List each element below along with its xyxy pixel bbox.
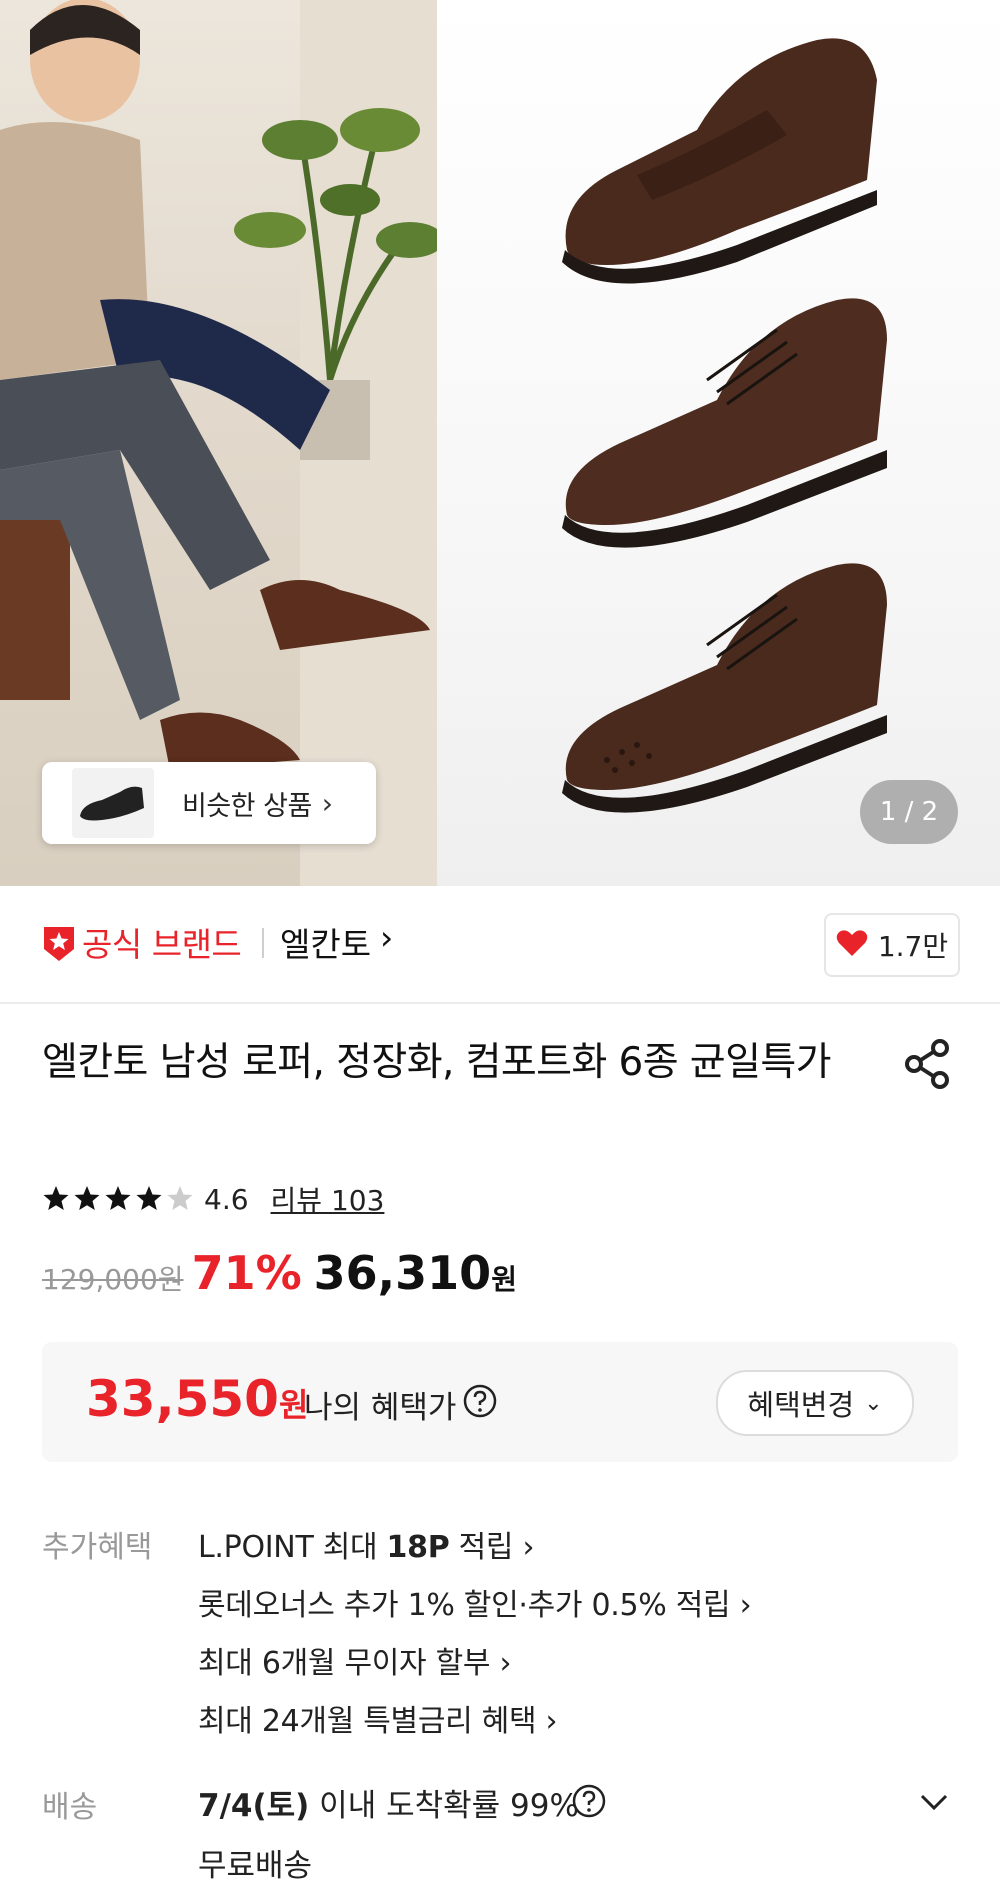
product-title: 엘칸토 남성 로퍼, 정장화, 컴포트화 6종 균일특가 xyxy=(42,1040,832,1085)
lotte-card-benefit-link[interactable]: 롯데오너스 추가 1% 할인·추가 0.5% 적립 › xyxy=(198,1580,752,1624)
lpoint-amount: 18P xyxy=(386,1530,450,1565)
chevron-right-icon: › xyxy=(499,1646,512,1681)
my-benefit-price-box: 33,550원 나의 혜택가 혜택변경 ⌄ xyxy=(42,1342,958,1462)
product-image-gallery[interactable]: 비슷한 상품 › 1 / 2 xyxy=(0,0,1000,886)
chevron-right-icon: › xyxy=(545,1704,558,1739)
rating-value: 4.6 xyxy=(204,1182,249,1216)
question-mark-icon[interactable] xyxy=(572,1784,606,1822)
official-brand-label[interactable]: 공식 브랜드 xyxy=(82,918,242,966)
similar-products-label: 비슷한 상품 xyxy=(182,790,312,822)
original-price: 129,000원 xyxy=(42,1263,184,1296)
lpoint-suffix: 적립 xyxy=(449,1530,514,1565)
chevron-down-icon: ⌄ xyxy=(864,1390,883,1416)
chevron-right-icon: › xyxy=(522,1530,535,1565)
rating-row: 4.6 리뷰 103 xyxy=(42,1176,384,1222)
my-benefit-price-value: 33,550 xyxy=(86,1370,279,1428)
image-counter: 1 / 2 xyxy=(860,780,958,844)
model-photo xyxy=(0,0,444,886)
similar-product-thumbnail xyxy=(72,768,154,838)
change-benefit-button[interactable]: 혜택변경 ⌄ xyxy=(716,1370,914,1436)
installment-benefit-link[interactable]: 최대 6개월 무이자 할부 › xyxy=(198,1638,511,1682)
lotte-card-benefit-text: 롯데오너스 추가 1% 할인·추가 0.5% 적립 xyxy=(198,1588,731,1623)
lpoint-benefit-link[interactable]: L.POINT 최대 18P 적립 › xyxy=(198,1522,534,1566)
like-button[interactable]: 1.7만 xyxy=(824,913,960,977)
extra-benefits-label: 추가혜택 xyxy=(42,1530,153,1565)
delivery-date: 7/4(토) xyxy=(198,1788,310,1824)
price-row: 129,000원 71% 36,310 원 xyxy=(42,1246,517,1310)
delivery-estimate: 7/4(토) 이내 도착확률 99% xyxy=(198,1780,579,1825)
like-count: 1.7만 xyxy=(877,930,949,963)
discount-rate: 71% xyxy=(191,1246,302,1300)
chevron-right-icon: › xyxy=(380,918,394,957)
chevron-right-icon: › xyxy=(739,1588,752,1623)
free-shipping-label: 무료배송 xyxy=(198,1848,313,1884)
sale-price: 36,310 xyxy=(313,1246,492,1300)
heart-icon xyxy=(836,929,868,961)
question-mark-icon[interactable] xyxy=(463,1384,497,1422)
installment-benefit-text: 최대 6개월 무이자 할부 xyxy=(198,1646,491,1681)
brand-name-link[interactable]: 엘칸토 xyxy=(280,918,371,966)
lpoint-prefix: L.POINT 최대 xyxy=(198,1530,387,1565)
my-benefit-price-label: 나의 혜택가 xyxy=(304,1390,457,1426)
review-link[interactable]: 리뷰 103 xyxy=(271,1179,385,1219)
shipping-label: 배송 xyxy=(42,1790,98,1825)
official-brand-badge-icon xyxy=(42,923,76,967)
chevron-right-icon: › xyxy=(321,786,333,820)
rating-stars xyxy=(42,1184,194,1214)
divider xyxy=(262,928,264,958)
share-icon[interactable] xyxy=(900,1036,956,1092)
my-benefit-price: 33,550원 xyxy=(86,1370,308,1428)
special-rate-benefit-link[interactable]: 최대 24개월 특별금리 혜택 › xyxy=(198,1696,558,1740)
chevron-down-icon[interactable] xyxy=(914,1782,954,1822)
change-benefit-label: 혜택변경 xyxy=(747,1388,855,1422)
delivery-probability: 이내 도착확률 99% xyxy=(309,1788,579,1824)
shoe-lineup-photo xyxy=(437,0,1000,886)
similar-products-button[interactable]: 비슷한 상품 › xyxy=(42,762,376,844)
special-rate-benefit-text: 최대 24개월 특별금리 혜택 xyxy=(198,1704,537,1739)
price-unit: 원 xyxy=(491,1263,517,1296)
